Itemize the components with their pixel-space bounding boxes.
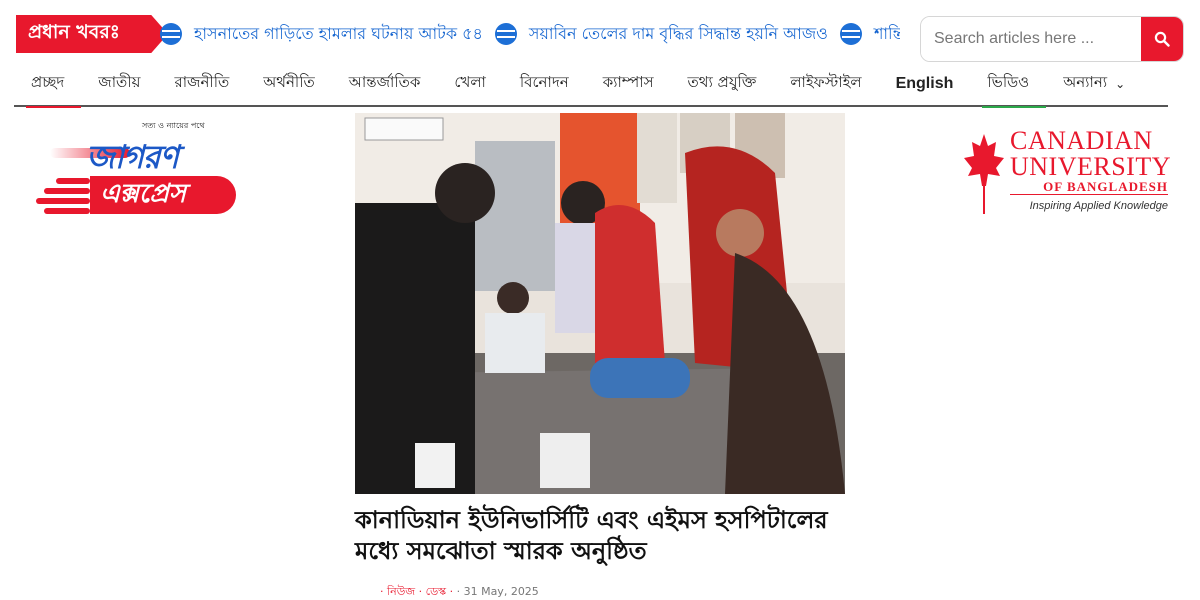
ticker-item[interactable]: হাসনাতের গাড়িতে হামলার ঘটনায় আটক ৫৪ (160, 21, 483, 48)
nav-item-sports[interactable]: খেলা (437, 61, 502, 106)
article-photo-graphic (355, 113, 845, 494)
logo-speed-lines (32, 174, 92, 218)
article-meta: · নিউজ · ডেস্ক · · 31 May, 2025 (380, 583, 539, 600)
ad-slogan: Inspiring Applied Knowledge (1029, 200, 1168, 212)
nav-item-home[interactable]: প্রচ্ছদ (14, 61, 82, 108)
nav-item-others[interactable]: অন্যান্য ⌄ (1046, 61, 1142, 106)
nav-item-lifestyle[interactable]: লাইফস্টাইল (773, 61, 878, 106)
nav-item-international[interactable]: আন্তর্জাতিক (332, 61, 438, 106)
maple-leaf-icon (964, 134, 1004, 214)
top-bar: প্রধান খবরঃ হাসনাতের গাড়িতে হামলার ঘটনা… (0, 0, 1200, 62)
nav-item-video[interactable]: ভিডিও (970, 61, 1047, 108)
globe-icon (494, 23, 517, 45)
search-icon (1154, 31, 1170, 47)
ad-divider (1010, 194, 1168, 195)
logo-bottom-text: এক্সপ্রেস (90, 176, 236, 214)
article-date: · 31 May, 2025 (456, 585, 539, 598)
nav-item-tech[interactable]: তথ্য প্রযুক্তি (671, 61, 774, 106)
breaking-news-label: প্রধান খবরঃ (16, 15, 168, 53)
ticker-text[interactable]: শান্তি (874, 21, 900, 48)
ticker-item[interactable]: সয়াবিন তেলের দাম বৃদ্ধির সিদ্ধান্ত হয়ন… (494, 21, 828, 48)
nav-item-campus[interactable]: ক্যাম্পাস (586, 61, 671, 106)
main-nav: প্রচ্ছদ জাতীয় রাজনীতি অর্থনীতি আন্তর্জা… (14, 61, 1168, 108)
ticker-text[interactable]: সয়াবিন তেলের দাম বৃদ্ধির সিদ্ধান্ত হয়ন… (529, 21, 828, 48)
news-ticker: হাসনাতের গাড়িতে হামলার ঘটনায় আটক ৫৪ সয… (160, 15, 900, 53)
chevron-down-icon: ⌄ (1115, 76, 1126, 91)
ticker-item[interactable]: শান্তি (839, 21, 900, 48)
search-input[interactable] (921, 17, 1141, 61)
globe-icon (839, 23, 862, 45)
ad-line-2: UNIVERSITY (1010, 152, 1171, 181)
ad-line-3: OF BANGLADESH (1043, 179, 1168, 194)
article-headline[interactable]: কানাডিয়ান ইউনিভার্সিটি এবং এইমস হসপিটাল… (355, 504, 875, 566)
article-photo[interactable] (355, 113, 845, 494)
nav-item-politics[interactable]: রাজনীতি (157, 61, 246, 106)
article-category[interactable]: · নিউজ · ডেস্ক · (380, 585, 453, 598)
nav-item-national[interactable]: জাতীয় (81, 61, 157, 106)
nav-item-english[interactable]: English (879, 61, 971, 106)
search-button[interactable] (1141, 17, 1183, 61)
ticker-text[interactable]: হাসনাতের গাড়িতে হামলার ঘটনায় আটক ৫৪ (194, 21, 483, 48)
nav-item-others-label: অন্যান্য (1063, 73, 1108, 91)
search-box (920, 16, 1184, 62)
nav-item-entertainment[interactable]: বিনোদন (503, 61, 586, 106)
globe-icon (160, 23, 182, 45)
nav-item-economy[interactable]: অর্থনীতি (246, 61, 332, 106)
university-ad[interactable]: CANADIAN UNIVERSITY OF BANGLADESH Inspir… (964, 126, 1174, 216)
site-logo[interactable]: সত্য ও ন্যায়ের পথে জাগরণ এক্সপ্রেস (32, 118, 242, 222)
